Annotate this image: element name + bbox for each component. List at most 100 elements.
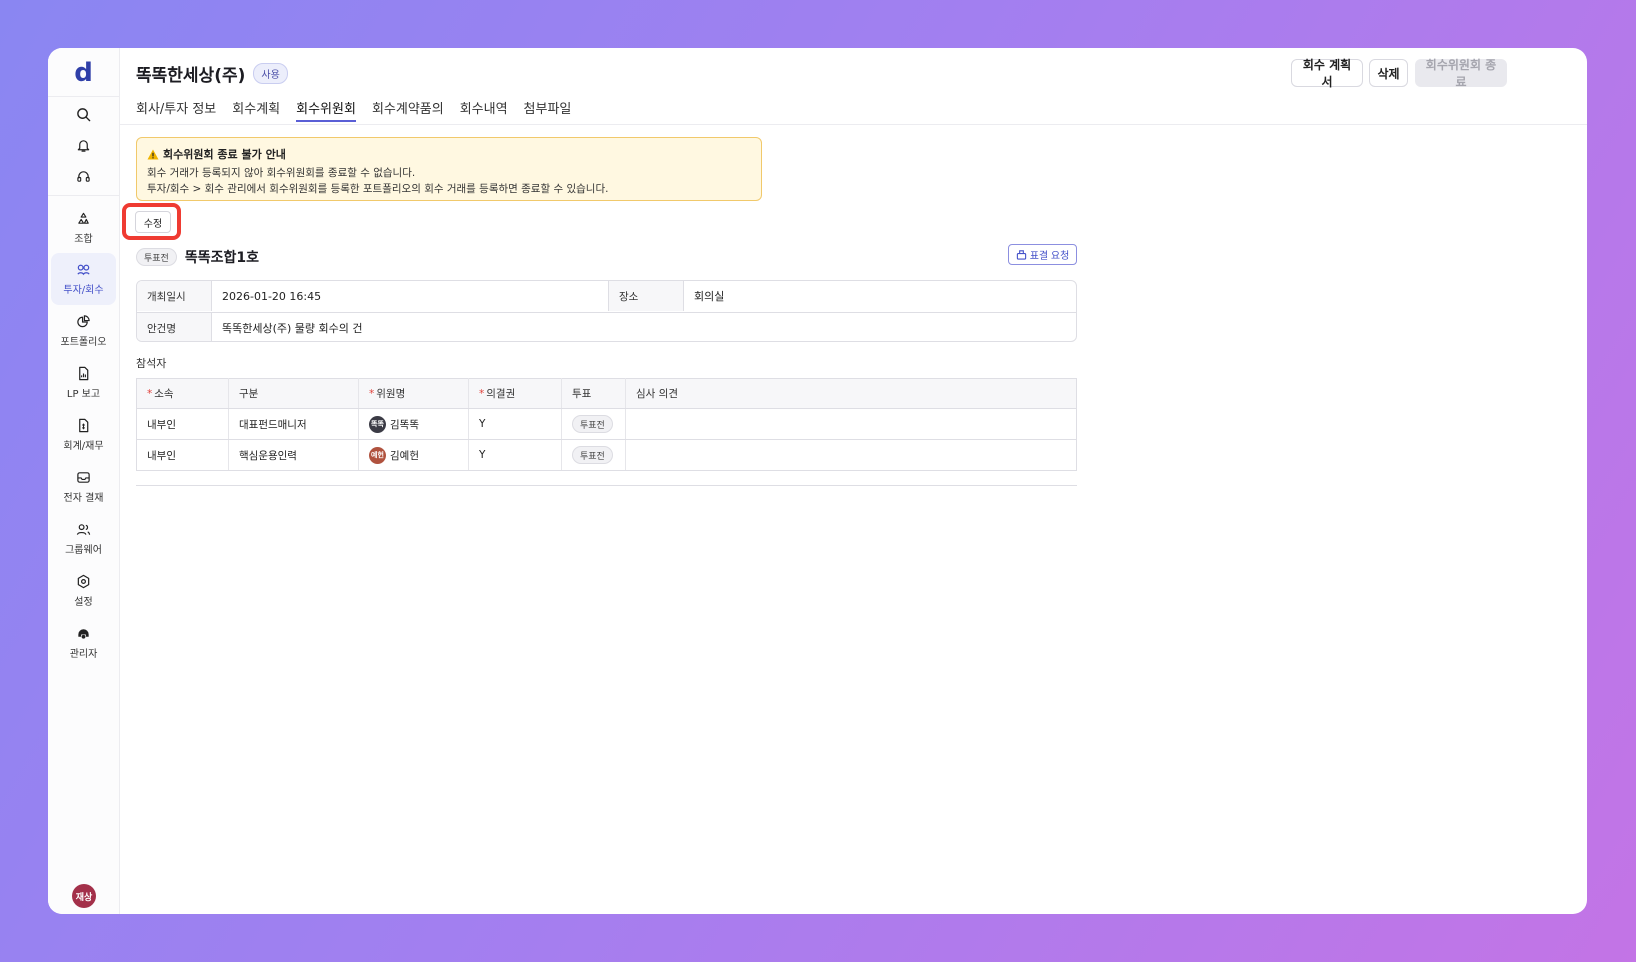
column-header-voting-right: * 의결권 <box>468 378 562 409</box>
participants-label: 참석자 <box>136 357 167 370</box>
sidebar-item-label: 투자/회수 <box>63 285 104 296</box>
app-logo[interactable]: d <box>48 54 119 92</box>
role-cell: 대표펀드매니저 <box>228 408 359 440</box>
member-avatar: 똑똑 <box>369 415 386 433</box>
column-header-vote: 투표 <box>561 378 626 409</box>
app-window: d 조합 투자/회수 포트폴리오 LP 보고 회계/재무 전자 결재 그룹웨어 … <box>48 48 1587 914</box>
date-value: 2026-01-20 16:45 <box>212 281 609 311</box>
notice-title: 회수위원회 종료 불가 안내 <box>163 148 286 161</box>
sidebar-item-lp-report[interactable]: LP 보고 <box>51 357 116 409</box>
info-row: 안건명 똑똑한세상(주) 물량 회수의 건 <box>137 312 1076 341</box>
group-icon <box>76 524 91 535</box>
committee-name: 똑똑조합1호 <box>184 250 259 266</box>
opinion-cell <box>625 439 1077 471</box>
sidebar-item-label: LP 보고 <box>66 389 101 400</box>
sidebar-item-fund[interactable]: 조합 <box>51 202 116 254</box>
report-icon <box>79 366 89 381</box>
admin-icon <box>78 629 89 639</box>
sidebar-item-label: 조합 <box>74 234 93 245</box>
accounting-icon <box>79 418 89 433</box>
sidebar-item-accounting[interactable]: 회계/재무 <box>51 409 116 461</box>
sidebar-item-label: 전자 결재 <box>63 493 104 504</box>
sidebar-item-groupware[interactable]: 그룹웨어 <box>51 513 116 565</box>
end-committee-button[interactable]: 회수위원회 종료 <box>1415 58 1507 89</box>
notice-banner: 회수위원회 종료 불가 안내 회수 거래가 등록되지 않아 회수위원회를 종료할… <box>136 137 762 201</box>
edit-button[interactable]: 수정 <box>135 211 171 233</box>
sidebar-item-label: 회계/재무 <box>63 441 104 452</box>
committee-info-table: 개최일시 2026-01-20 16:45 장소 회의실 안건명 똑똑한세상(주… <box>136 280 1077 342</box>
inbox-icon <box>77 472 90 483</box>
tab-recovery-contract[interactable]: 회수계약품의 <box>372 96 444 122</box>
sidebar-item-admin[interactable]: 관리자 <box>51 617 116 669</box>
voting-right-cell: Y <box>468 408 562 440</box>
agenda-label: 안건명 <box>137 313 212 341</box>
headset-icon[interactable] <box>48 162 119 190</box>
sidebar-item-settings[interactable]: 설정 <box>51 565 116 617</box>
sidebar-item-invest[interactable]: 투자/회수 <box>51 253 116 305</box>
member-name: 김똑똑 <box>390 418 419 431</box>
ballot-box-icon <box>1016 250 1026 260</box>
tab-bar: 회사/투자 정보 회수계획 회수위원회 회수계약품의 회수내역 첨부파일 <box>136 96 587 124</box>
column-header-role: 구분 <box>228 378 359 409</box>
column-header-affiliation: * 소속 <box>136 378 229 409</box>
sidebar-item-portfolio[interactable]: 포트폴리오 <box>51 305 116 357</box>
vote-request-button[interactable]: 표결 요청 <box>1008 244 1077 265</box>
affiliation-cell: 내부인 <box>136 408 229 440</box>
info-row: 개최일시 2026-01-20 16:45 장소 회의실 <box>137 281 1076 311</box>
sidebar-item-label: 그룹웨어 <box>65 545 102 556</box>
page-header: 똑똑한세상(주) 사용 <box>136 61 288 86</box>
section-divider <box>136 485 1077 486</box>
sidebar-item-label: 설정 <box>74 597 93 608</box>
recycle-icon <box>78 212 89 224</box>
sidebar-item-label: 포트폴리오 <box>60 337 107 348</box>
committee-header: 투표전 똑똑조합1호 <box>136 247 259 267</box>
table-row[interactable]: 내부인 핵심운용인력 예헌 김예헌 Y 투표전 <box>136 439 1077 471</box>
table-row[interactable]: 내부인 대표펀드매니저 똑똑 김똑똑 Y 투표전 <box>136 408 1077 440</box>
gear-icon <box>77 574 90 589</box>
search-icon[interactable] <box>48 100 119 128</box>
tab-recovery-plan[interactable]: 회수계획 <box>232 96 280 122</box>
member-cell: 똑똑 김똑똑 <box>358 408 469 440</box>
invest-icon <box>77 264 90 276</box>
place-label: 장소 <box>609 281 684 311</box>
vote-status-badge: 투표전 <box>136 248 177 266</box>
sidebar-divider <box>48 195 119 196</box>
header-divider <box>119 124 1587 125</box>
tab-recovery-committee[interactable]: 회수위원회 <box>296 96 356 122</box>
pie-chart-icon <box>77 315 90 328</box>
member-name: 김예헌 <box>390 449 419 462</box>
opinion-cell <box>625 408 1077 440</box>
recovery-plan-button[interactable]: 회수 계획서 <box>1291 58 1363 89</box>
notice-line: 투자/회수 > 회수 관리에서 회수위원회를 등록한 포트폴리오의 회수 거래를… <box>147 182 609 195</box>
vote-badge: 투표전 <box>572 446 613 464</box>
tab-company-info[interactable]: 회사/투자 정보 <box>136 96 216 122</box>
sidebar-divider <box>48 96 119 97</box>
member-avatar: 예헌 <box>369 446 386 464</box>
voting-right-cell: Y <box>468 439 562 471</box>
status-badge: 사용 <box>253 63 288 84</box>
participants-table: * 소속 구분 * 위원명 * 의결권 투표 심사 의견 내부인 대표펀드매니저 똑똑… <box>136 378 1077 471</box>
column-header-opinion: 심사 의견 <box>625 378 1077 409</box>
user-avatar[interactable]: 재상 <box>72 884 96 908</box>
table-header-row: * 소속 구분 * 위원명 * 의결권 투표 심사 의견 <box>136 378 1077 409</box>
vote-badge: 투표전 <box>572 415 613 433</box>
tab-attachments[interactable]: 첨부파일 <box>524 96 572 122</box>
agenda-value: 똑똑한세상(주) 물량 회수의 건 <box>222 322 363 335</box>
place-value: 회의실 <box>694 290 725 303</box>
role-cell: 핵심운용인력 <box>228 439 359 471</box>
tab-recovery-history[interactable]: 회수내역 <box>460 96 508 122</box>
member-cell: 예헌 김예헌 <box>358 439 469 471</box>
sidebar-item-label: 관리자 <box>69 649 98 660</box>
delete-button[interactable]: 삭제 <box>1369 59 1408 87</box>
notice-line: 회수 거래가 등록되지 않아 회수위원회를 종료할 수 없습니다. <box>147 167 416 179</box>
vote-cell: 투표전 <box>561 439 626 471</box>
affiliation-cell: 내부인 <box>136 439 229 471</box>
page-title: 똑똑한세상(주) <box>136 66 246 86</box>
sidebar-item-approval[interactable]: 전자 결재 <box>51 461 116 513</box>
warning-icon <box>147 149 159 159</box>
vote-request-label: 표결 요청 <box>1029 251 1070 262</box>
notice-title-row: 회수위원회 종료 불가 안내 <box>147 146 751 162</box>
vote-cell: 투표전 <box>561 408 626 440</box>
bell-icon[interactable] <box>48 131 119 159</box>
column-header-member: * 위원명 <box>358 378 469 409</box>
